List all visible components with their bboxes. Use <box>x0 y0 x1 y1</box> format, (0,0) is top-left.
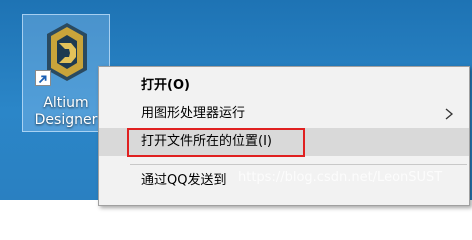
desktop-background: Altium Designer 打开(O) 用图形处理器运行 打开文件所在的位置… <box>0 0 472 206</box>
menu-item-open-file-location[interactable]: 打开文件所在的位置(I) <box>99 128 469 156</box>
context-menu: 打开(O) 用图形处理器运行 打开文件所在的位置(I) 通过QQ发送到 <box>98 66 470 206</box>
menu-item-label: 打开文件所在的位置(I) <box>141 134 272 149</box>
menu-separator <box>130 164 467 165</box>
icon-label-line2: Designer <box>34 112 98 128</box>
desktop-icon-label: Altium Designer <box>23 95 109 129</box>
desktop-shortcut-altium-designer[interactable]: Altium Designer <box>22 14 110 132</box>
shortcut-arrow-icon <box>35 70 51 86</box>
menu-item-run-with-gpu[interactable]: 用图形处理器运行 <box>99 100 469 128</box>
icon-label-line1: Altium <box>43 95 89 111</box>
menu-item-label: 通过QQ发送到 <box>141 173 227 188</box>
menu-item-label: 用图形处理器运行 <box>141 106 246 121</box>
chevron-right-icon <box>445 108 454 120</box>
menu-item-label: 打开(O) <box>141 78 190 93</box>
watermark-text: https://blog.csdn.net/LeonSUST <box>238 170 443 185</box>
menu-item-open[interactable]: 打开(O) <box>99 72 469 100</box>
